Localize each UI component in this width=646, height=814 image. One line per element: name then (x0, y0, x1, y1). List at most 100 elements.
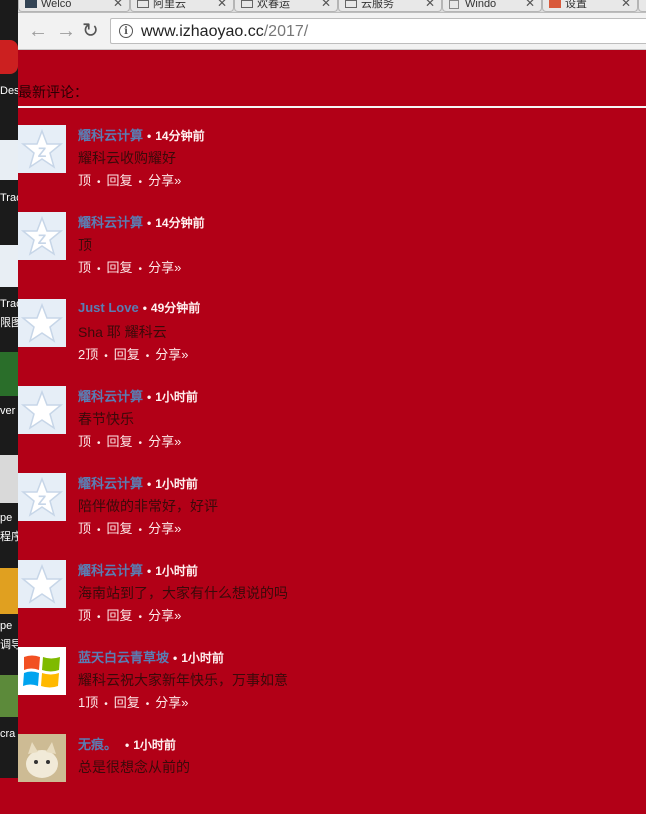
share-link[interactable]: 分享» (155, 347, 188, 362)
share-link[interactable]: 分享» (155, 695, 188, 710)
separator-dot: • (145, 699, 150, 710)
user-avatar[interactable] (18, 647, 66, 695)
share-link[interactable]: 分享» (148, 434, 181, 449)
reply-link[interactable]: 回复 (107, 260, 133, 275)
user-avatar[interactable] (18, 299, 66, 347)
user-avatar[interactable] (18, 560, 66, 608)
heading-divider (18, 106, 646, 108)
browser-tab[interactable]: 欢春运 ✕ (234, 0, 338, 12)
separator-dot: • (104, 699, 108, 710)
user-avatar[interactable]: Z (18, 473, 66, 521)
star-avatar-icon (20, 563, 64, 604)
separator-dot: • (97, 177, 101, 188)
tab-label: Windo (465, 0, 497, 10)
comment-time: 1小时前 (155, 390, 198, 404)
separator-dot: • (125, 738, 130, 752)
back-arrow-icon[interactable]: ← (28, 21, 48, 41)
tab-label: 云服务 (361, 0, 394, 10)
separator-dot: • (97, 612, 101, 623)
tab-label: Welco (41, 0, 72, 10)
author-name[interactable]: 无痕。 (78, 737, 117, 752)
browser-tab[interactable]: 设置 ✕ (542, 0, 638, 12)
address-bar[interactable]: i www.izhaoyao.cc/2017/ (110, 18, 646, 44)
separator-dot: • (97, 438, 101, 449)
close-tab-icon[interactable]: ✕ (113, 0, 123, 9)
share-link[interactable]: 分享» (148, 608, 181, 623)
user-avatar[interactable]: Z (18, 212, 66, 260)
comment-item: 耀科云计算 • 1小时前 海南站到了，大家有什么想说的吗 顶 • 回复 • 分享» (18, 560, 646, 640)
desktop-label: Trac (0, 192, 18, 204)
desktop-app-icon[interactable] (0, 40, 18, 74)
desktop-app-icon[interactable] (0, 455, 18, 503)
close-tab-icon[interactable]: ✕ (321, 0, 331, 9)
url-text[interactable]: www.izhaoyao.cc/2017/ (141, 23, 308, 41)
reply-link[interactable]: 回复 (114, 347, 140, 362)
user-avatar[interactable] (18, 734, 66, 782)
desktop-clover-icon[interactable] (0, 352, 18, 396)
author-name[interactable]: 耀科云计算 (78, 215, 143, 230)
new-tab-button[interactable] (638, 0, 646, 12)
separator-dot: • (97, 525, 101, 536)
comment-item: 蓝天白云青草坡 • 1小时前 耀科云祝大家新年快乐，万事如意 1顶 • 回复 • 分享» (18, 647, 646, 727)
desktop-app-icon[interactable] (0, 675, 18, 717)
reload-icon[interactable]: ↻ (82, 21, 99, 41)
comment-time: 1小时前 (155, 477, 198, 491)
star-avatar-icon (20, 389, 64, 430)
desktop-app-icon[interactable] (0, 568, 18, 614)
comment-author[interactable]: Just Love • 49分钟前 (78, 299, 200, 316)
author-name[interactable]: 耀科云计算 (78, 128, 143, 143)
author-name[interactable]: 耀科云计算 (78, 476, 143, 491)
comment-author[interactable]: 无痕。 • 1小时前 (78, 734, 176, 753)
comment-author[interactable]: 耀科云计算 • 14分钟前 (78, 125, 205, 144)
close-tab-icon[interactable]: ✕ (425, 0, 435, 9)
comment-author[interactable]: 耀科云计算 • 1小时前 (78, 386, 198, 405)
star-avatar-icon: Z (20, 128, 64, 169)
share-link[interactable]: 分享» (148, 521, 181, 536)
like-link[interactable]: 2顶 (78, 347, 98, 362)
share-link[interactable]: 分享» (148, 173, 181, 188)
browser-tab[interactable]: 云服务 ✕ (338, 0, 442, 12)
separator-dot: • (147, 390, 152, 404)
comment-author[interactable]: 耀科云计算 • 14分钟前 (78, 212, 205, 231)
desktop-strip: Des Trac Trac 限图 ver pe 程序 pe 调导 cra (0, 0, 18, 778)
like-link[interactable]: 顶 (78, 434, 91, 449)
like-link[interactable]: 顶 (78, 521, 91, 536)
comment-author[interactable]: 蓝天白云青草坡 • 1小时前 (78, 647, 224, 666)
reply-link[interactable]: 回复 (114, 695, 140, 710)
author-name[interactable]: Just Love (78, 300, 139, 315)
close-tab-icon[interactable]: ✕ (525, 0, 535, 9)
comment-author[interactable]: 耀科云计算 • 1小时前 (78, 560, 198, 579)
separator-dot: • (138, 264, 143, 275)
browser-tab[interactable]: 阿里云 ✕ (130, 0, 234, 12)
close-tab-icon[interactable]: ✕ (621, 0, 631, 9)
svg-text:Z: Z (38, 231, 47, 247)
reply-link[interactable]: 回复 (107, 173, 133, 188)
like-link[interactable]: 顶 (78, 260, 91, 275)
desktop-map-icon[interactable] (0, 140, 18, 180)
reply-link[interactable]: 回复 (107, 434, 133, 449)
desktop-label: ver (0, 405, 16, 417)
site-info-icon[interactable]: i (119, 24, 133, 38)
user-avatar[interactable]: Z (18, 125, 66, 173)
browser-tab[interactable]: Welco ✕ (18, 0, 130, 12)
reply-link[interactable]: 回复 (107, 608, 133, 623)
forward-arrow-icon[interactable]: → (56, 21, 76, 41)
author-name[interactable]: 耀科云计算 (78, 563, 143, 578)
separator-dot: • (138, 177, 143, 188)
author-name[interactable]: 蓝天白云青草坡 (78, 650, 169, 665)
user-avatar[interactable] (18, 386, 66, 434)
desktop-label: 程序 (0, 531, 18, 543)
close-tab-icon[interactable]: ✕ (217, 0, 227, 9)
separator-dot: • (97, 264, 101, 275)
browser-tab[interactable]: Windo ✕ (442, 0, 542, 12)
star-avatar-icon: Z (20, 476, 64, 517)
like-link[interactable]: 顶 (78, 608, 91, 623)
share-link[interactable]: 分享» (148, 260, 181, 275)
author-name[interactable]: 耀科云计算 (78, 389, 143, 404)
comment-author[interactable]: 耀科云计算 • 1小时前 (78, 473, 198, 492)
desktop-map-icon[interactable] (0, 245, 18, 287)
like-link[interactable]: 1顶 (78, 695, 98, 710)
reply-link[interactable]: 回复 (107, 521, 133, 536)
separator-dot: • (138, 438, 143, 449)
like-link[interactable]: 顶 (78, 173, 91, 188)
